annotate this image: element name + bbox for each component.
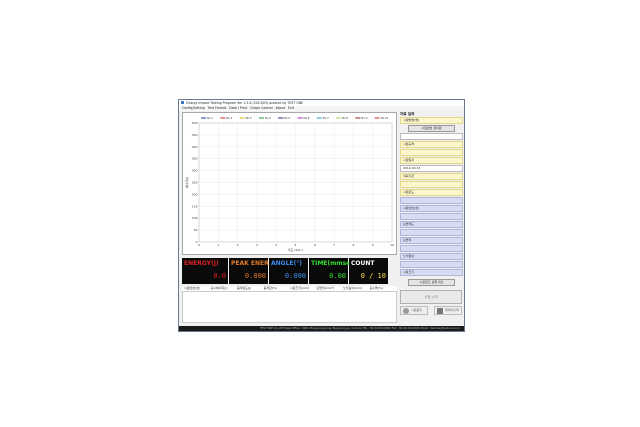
x-tick-label: 4	[275, 243, 277, 247]
input-field[interactable]	[400, 229, 463, 236]
data-output-button[interactable]: 데이터출력	[434, 306, 462, 315]
open-test-number-button[interactable]: 시험번호 정의함	[408, 125, 455, 132]
menu-item[interactable]: Exit	[288, 106, 294, 111]
counter-angle: ANGLE(°) 0.000	[269, 258, 308, 284]
counter-value: 0 / 10	[360, 272, 386, 280]
legend-label: No.2	[226, 116, 232, 120]
counter-energy-j: ENERGY(J) 0.0	[182, 258, 228, 284]
counter-display: ENERGY(J) 0.0 PEAK ENERGY(J) 0.000 ANGLE(°) 0…	[182, 258, 397, 284]
x-tick-label: 1	[217, 243, 219, 247]
field-label: 시료번호(번)	[400, 205, 463, 212]
menu-item[interactable]: About	[276, 106, 285, 111]
y-tick-label: 100	[192, 216, 198, 220]
input-panel: 자료 입력 시험방법(명) 시험번호 정의함 시험규격 시험일자 2014-03-13 의…	[400, 112, 463, 287]
start-test-button[interactable]: 시험 시작	[400, 290, 462, 304]
y-tick-label: 450	[192, 133, 198, 137]
menu-item[interactable]: Test Format	[208, 106, 227, 111]
stop-icon	[403, 308, 409, 314]
field-label: 노치형상	[400, 253, 463, 260]
field-label: 2014-03-13	[400, 165, 463, 172]
counter-label: ANGLE(°)	[271, 260, 302, 267]
x-tick-label: 2	[237, 243, 239, 247]
energy-chart: 0 1 2 3 4 5 6 7 8 9 100501001502002503003504004505…	[184, 116, 394, 252]
y-tick-label: 400	[192, 145, 198, 149]
menu-item[interactable]: Data / Print	[229, 106, 247, 111]
input-field[interactable]	[400, 181, 463, 188]
field-label: 시험규격	[400, 141, 463, 148]
x-tick-label: 10	[390, 243, 394, 247]
app-icon	[181, 101, 184, 104]
legend-label: No.5	[284, 116, 290, 120]
start-test-label: 시험 시작	[424, 295, 438, 299]
field-label: 시험온도	[400, 189, 463, 196]
app-window: Charpy Impact Testing Program Ver 1.5.6 …	[178, 99, 465, 332]
graph-panel: 0 1 2 3 4 5 6 7 8 9 10 0 50 100 150 200 250 300 350 400 450 5…	[182, 112, 397, 255]
y-tick-label: 200	[192, 192, 198, 196]
legend-label: No.10	[381, 116, 389, 120]
legend-label: No.4	[265, 116, 271, 120]
counter-label: COUNT	[351, 260, 375, 267]
data-output-label: 데이터출력	[445, 308, 459, 312]
input-field[interactable]	[400, 245, 463, 252]
legend-label: No.6	[304, 116, 310, 120]
status-bar: TEST ONE CO.,LTD Head Office : 206-1 Bup…	[179, 326, 464, 331]
counter-value: 0.0	[213, 272, 226, 280]
field-label: 의뢰기관	[400, 173, 463, 180]
input-field[interactable]	[400, 133, 463, 140]
field-label: 시료크기	[400, 269, 463, 276]
counter-time-mmsec: TIME(mmsec) 0.00	[309, 258, 357, 284]
counter-label: ENERGY(J)	[184, 260, 219, 267]
legend-label: No.3	[246, 116, 252, 120]
result-table	[182, 291, 397, 323]
print-icon	[437, 308, 443, 314]
legend-label: No.9	[361, 116, 367, 120]
y-tick-label: 150	[192, 204, 198, 208]
input-field[interactable]	[400, 261, 463, 268]
x-axis-label: 각도 (Sec.)	[288, 247, 303, 252]
y-tick-label: 0	[196, 240, 198, 244]
legend-label: No.7	[323, 116, 329, 120]
x-tick-label: 5	[295, 243, 297, 247]
y-tick-label: 300	[192, 169, 198, 173]
field-label: 시험일자	[400, 157, 463, 164]
y-tick-label: 50	[194, 228, 198, 232]
stop-test-label: 시험중지	[411, 308, 423, 312]
y-axis-label: 에너지(J)	[184, 177, 189, 189]
legend-label: No.1	[207, 116, 213, 120]
input-field[interactable]	[400, 213, 463, 220]
input-field[interactable]	[400, 149, 463, 156]
counter-count: COUNT 0 / 10	[349, 258, 388, 284]
input-field[interactable]	[400, 197, 463, 204]
x-tick-label: 3	[256, 243, 258, 247]
field-label: 단면적도	[400, 221, 463, 228]
x-tick-label: 9	[372, 243, 374, 247]
menu-bar: Config/Setting Test Format Data / Print Gra…	[179, 106, 464, 111]
x-tick-label: 7	[333, 243, 335, 247]
stop-test-button[interactable]: 시험중지	[400, 306, 428, 315]
status-text: TEST ONE CO.,LTD Head Office : 206-1 Bup…	[259, 327, 460, 330]
menu-item[interactable]: Config/Setting	[182, 106, 205, 111]
y-tick-label: 500	[192, 121, 198, 125]
y-tick-label: 350	[192, 157, 198, 161]
menu-item[interactable]: Graph Control	[250, 106, 272, 111]
x-tick-label: 0	[198, 243, 200, 247]
counter-peak-energy-j: PEAK ENERGY(J) 0.000	[229, 258, 286, 284]
x-tick-label: 8	[352, 243, 354, 247]
field-label: 시험방법(명)	[400, 117, 463, 124]
legend-label: No.8	[342, 116, 348, 120]
y-tick-label: 250	[192, 181, 198, 185]
x-tick-label: 6	[314, 243, 316, 247]
counter-value: 0.000	[244, 272, 266, 280]
counter-value: 0.00	[329, 272, 346, 280]
field-label: 단면적	[400, 237, 463, 244]
sample-ready-cancel-button[interactable]: 시료입고 실행 취소	[408, 279, 455, 286]
counter-value: 0.000	[284, 272, 306, 280]
window-title: Charpy Impact Testing Program Ver 1.5.6 …	[186, 101, 304, 105]
